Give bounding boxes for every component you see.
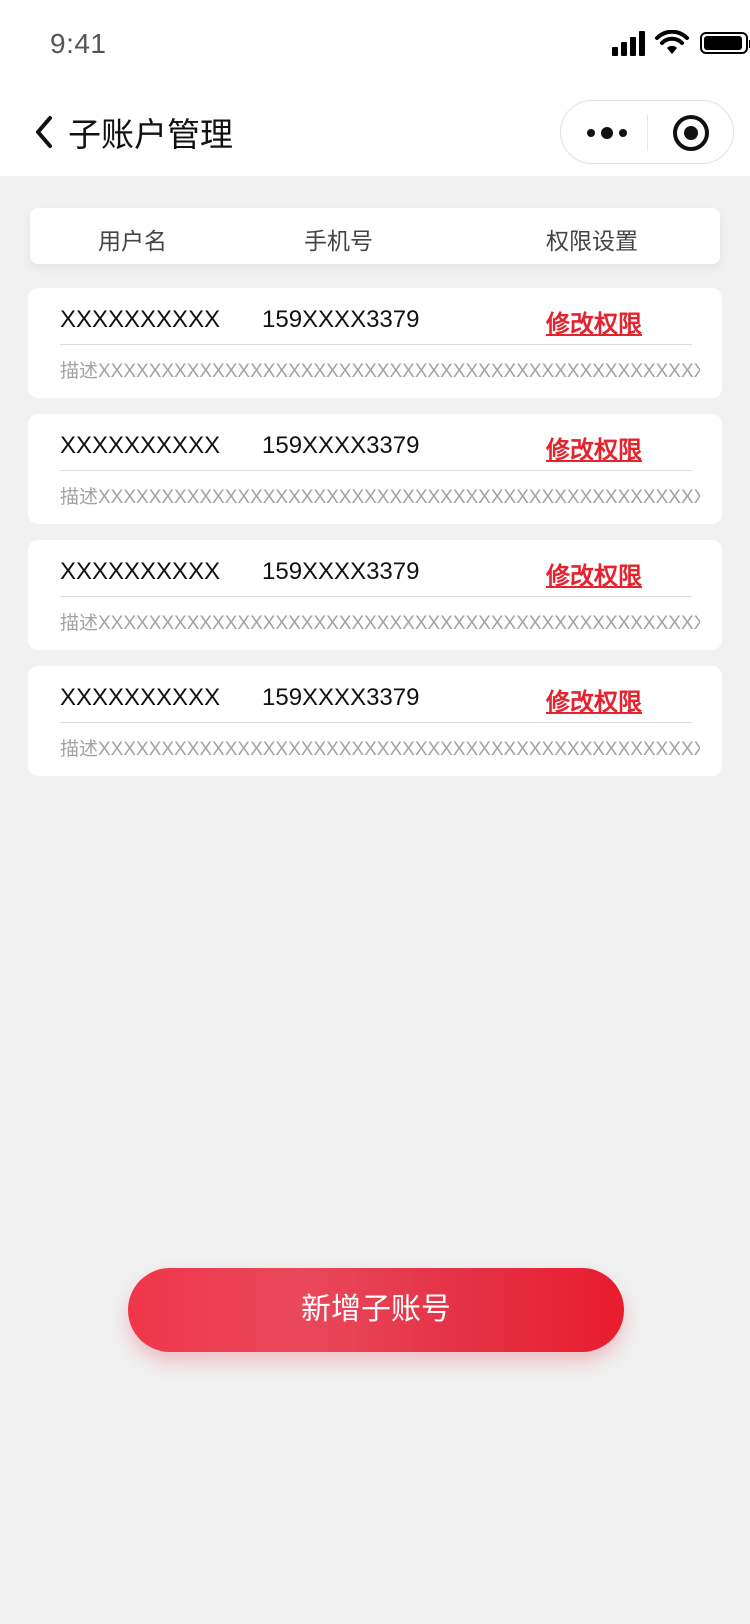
account-card: XXXXXXXXXX 159XXXX3379 修改权限 描述XXXXXXXXXX… xyxy=(28,414,722,524)
table-header: 用户名 手机号 权限设置 xyxy=(30,208,720,264)
header-permission: 权限设置 xyxy=(546,229,638,255)
account-card: XXXXXXXXXX 159XXXX3379 修改权限 描述XXXXXXXXXX… xyxy=(28,288,722,398)
capsule-divider xyxy=(647,115,648,151)
account-description: 描述XXXXXXXXXXXXXXXXXXXXXXXXXXXXXXXXXXXXXX… xyxy=(60,361,700,382)
page-title: 子账户管理 xyxy=(68,115,233,154)
account-username: XXXXXXXXXX xyxy=(60,306,221,333)
status-time: 9:41 xyxy=(50,28,107,59)
mini-program-capsule xyxy=(560,100,734,164)
card-divider xyxy=(60,344,692,345)
header-username: 用户名 xyxy=(98,229,167,255)
account-username: XXXXXXXXXX xyxy=(60,558,221,585)
top-bar: 9:41 子账户管理 xyxy=(0,0,750,176)
account-phone: 159XXXX3379 xyxy=(262,558,420,585)
account-card: XXXXXXXXXX 159XXXX3379 修改权限 描述XXXXXXXXXX… xyxy=(28,666,722,776)
card-divider xyxy=(60,470,692,471)
account-username: XXXXXXXXXX xyxy=(60,684,221,711)
battery-icon xyxy=(700,32,750,54)
wifi-icon xyxy=(655,30,689,54)
account-card: XXXXXXXXXX 159XXXX3379 修改权限 描述XXXXXXXXXX… xyxy=(28,540,722,650)
account-phone: 159XXXX3379 xyxy=(262,432,420,459)
card-divider xyxy=(60,596,692,597)
edit-permission-link[interactable]: 修改权限 xyxy=(546,682,642,717)
target-icon[interactable] xyxy=(673,115,709,151)
edit-permission-link[interactable]: 修改权限 xyxy=(546,304,642,339)
account-description: 描述XXXXXXXXXXXXXXXXXXXXXXXXXXXXXXXXXXXXXX… xyxy=(60,613,700,634)
header-phone: 手机号 xyxy=(304,229,373,255)
signal-icon xyxy=(612,30,648,56)
card-divider xyxy=(60,722,692,723)
account-username: XXXXXXXXXX xyxy=(60,432,221,459)
more-dots-icon[interactable] xyxy=(583,119,635,147)
edit-permission-link[interactable]: 修改权限 xyxy=(546,556,642,591)
back-chevron-icon[interactable] xyxy=(28,112,58,152)
account-description: 描述XXXXXXXXXXXXXXXXXXXXXXXXXXXXXXXXXXXXXX… xyxy=(60,739,700,760)
page: 9:41 子账户管理 用户名 手机号 权限设置 XXXXXXXXXX 159XX… xyxy=(0,0,750,1624)
add-sub-account-button[interactable]: 新增子账号 xyxy=(128,1268,624,1352)
edit-permission-link[interactable]: 修改权限 xyxy=(546,430,642,465)
account-phone: 159XXXX3379 xyxy=(262,306,420,333)
account-description: 描述XXXXXXXXXXXXXXXXXXXXXXXXXXXXXXXXXXXXXX… xyxy=(60,487,700,508)
account-phone: 159XXXX3379 xyxy=(262,684,420,711)
